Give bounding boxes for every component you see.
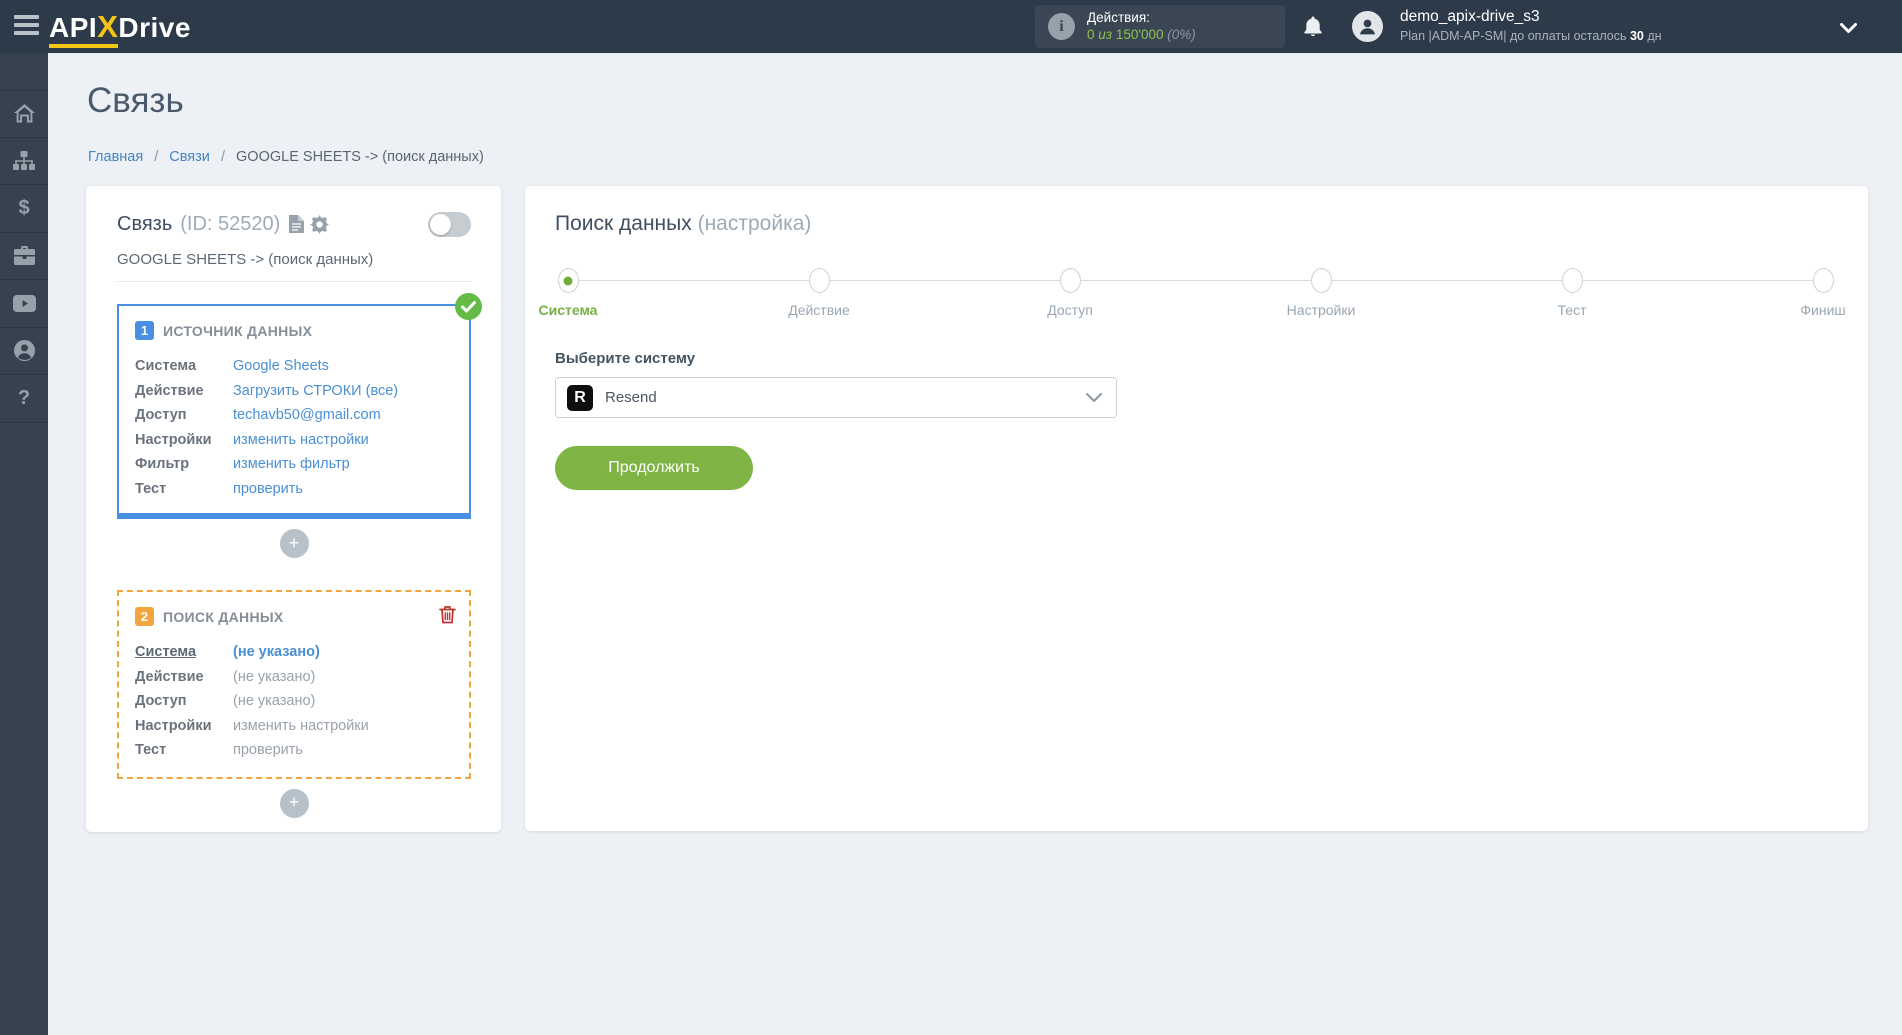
search-block-title: ПОИСК ДАННЫХ	[163, 608, 284, 625]
breadcrumb-current: GOOGLE SHEETS -> (поиск данных)	[236, 149, 484, 165]
info-icon: i	[1048, 13, 1075, 40]
add-step-button[interactable]: +	[279, 529, 309, 558]
continue-button[interactable]: Продолжить	[555, 446, 753, 490]
breadcrumb-home[interactable]: Главная	[88, 149, 143, 165]
briefcase-icon	[13, 246, 35, 266]
search-row-settings: Настройки изменить настройки	[135, 717, 369, 734]
source-test-link[interactable]: проверить	[233, 481, 303, 497]
add-step-button[interactable]: +	[279, 788, 309, 818]
step-circle	[1812, 268, 1834, 293]
sidebar-item-services[interactable]	[0, 233, 48, 280]
sitemap-icon	[13, 150, 35, 170]
user-menu[interactable]: demo_apix-drive_s3 Plan |ADM-AP-SM| до о…	[1400, 8, 1662, 43]
link-subtitle: GOOGLE SHEETS -> (поиск данных)	[117, 251, 471, 282]
video-icon	[12, 294, 36, 312]
search-system-link[interactable]: (не указано)	[233, 644, 320, 660]
source-row-test: Тест проверить	[135, 480, 303, 497]
step-circle	[808, 268, 830, 293]
search-row-system: Система (не указано)	[135, 640, 453, 665]
app-logo[interactable]: APIXDrive	[49, 9, 191, 48]
setup-stepper: Система Действие Доступ Настройки Тест Ф…	[539, 268, 1846, 326]
stepper-line	[568, 280, 1823, 281]
breadcrumb: Главная / Связи / GOOGLE SHEETS -> (поис…	[88, 149, 484, 165]
breadcrumb-links[interactable]: Связи	[169, 149, 210, 165]
step-action: Действие	[759, 268, 879, 318]
logo-x: X	[97, 9, 119, 44]
main-area: Связь Главная / Связи / GOOGLE SHEETS ->…	[48, 53, 1902, 1035]
user-name: demo_apix-drive_s3	[1400, 8, 1540, 25]
hamburger-menu-icon[interactable]	[14, 15, 40, 37]
system-select-value: Resend	[605, 389, 657, 406]
source-block-title: ИСТОЧНИК ДАННЫХ	[163, 322, 313, 339]
search-row-test: Тест проверить	[135, 742, 303, 758]
source-row-action: Действие Загрузить СТРОКИ (все)	[135, 382, 399, 399]
left-sidebar: $ ?	[0, 53, 48, 1035]
sidebar-item-video[interactable]	[0, 280, 48, 328]
sidebar-item-home[interactable]	[0, 90, 48, 138]
step-circle	[1561, 268, 1583, 293]
source-settings-link[interactable]: изменить настройки	[233, 432, 369, 448]
source-system-link[interactable]: Google Sheets	[233, 358, 329, 374]
trash-icon[interactable]	[439, 605, 456, 629]
search-row-action: Действие (не указано)	[135, 668, 316, 685]
actions-counter-widget[interactable]: i Действия: 0 из 150'000 (0%)	[1035, 5, 1285, 48]
user-avatar[interactable]	[1352, 11, 1383, 42]
link-card-title: Связь	[117, 212, 173, 235]
logo-api: API	[49, 12, 98, 43]
link-id: (ID: 52520)	[180, 212, 281, 235]
dollar-icon: $	[18, 196, 30, 219]
source-data-block: 1 ИСТОЧНИК ДАННЫХ Система Google Sheets Д…	[117, 293, 482, 519]
page-title: Связь	[87, 81, 184, 120]
notifications-bell-icon[interactable]	[1302, 15, 1324, 43]
help-icon: ?	[17, 386, 31, 409]
source-row-access: Доступ techavb50@gmail.com	[135, 407, 381, 423]
logo-drive: Drive	[118, 12, 191, 43]
setup-panel: Поиск данных (настройка) Система Действи…	[525, 186, 1868, 831]
gear-icon[interactable]	[310, 214, 330, 234]
step-number-badge: 2	[135, 607, 154, 626]
user-plan: Plan |ADM-AP-SM| до оплаты осталось 30 д…	[1400, 29, 1662, 43]
sidebar-item-billing[interactable]: $	[0, 185, 48, 233]
source-access-link[interactable]: techavb50@gmail.com	[233, 407, 381, 423]
step-circle	[1310, 268, 1332, 293]
source-row-filter: Фильтр изменить фильтр	[135, 456, 350, 472]
link-enable-toggle[interactable]	[428, 212, 471, 237]
source-row-settings: Настройки изменить настройки	[135, 431, 369, 448]
select-system-label: Выберите систему	[555, 350, 696, 367]
search-system-label-link[interactable]: Система	[135, 640, 233, 665]
setup-title: Поиск данных (настройка)	[555, 212, 812, 235]
top-header: APIXDrive i Действия: 0 из 150'000 (0%) …	[0, 0, 1902, 53]
step-system: Система	[508, 268, 628, 318]
user-icon	[13, 340, 35, 362]
sidebar-item-help[interactable]: ?	[0, 375, 48, 423]
actions-value: 0 из 150'000 (0%)	[1087, 26, 1196, 42]
sidebar-item-profile[interactable]	[0, 328, 48, 375]
check-icon	[455, 293, 482, 320]
source-action-link[interactable]: Загрузить СТРОКИ (все)	[233, 383, 398, 399]
source-filter-link[interactable]: изменить фильтр	[233, 456, 350, 472]
resend-logo-icon: R	[567, 384, 593, 411]
home-icon	[13, 104, 35, 123]
step-access: Доступ	[1010, 268, 1130, 318]
step-finish: Финиш	[1763, 268, 1883, 318]
step-test: Тест	[1512, 268, 1632, 318]
source-row-system: Система Google Sheets	[135, 358, 329, 374]
link-summary-card: Связь (ID: 52520) GOOGLE SHEETS -> (поис…	[86, 186, 501, 832]
search-data-block: 2 ПОИСК ДАННЫХ Система (не указано) Дейст…	[117, 590, 471, 779]
sidebar-item-connections[interactable]	[0, 138, 48, 185]
chevron-down-icon	[1086, 392, 1102, 402]
document-icon[interactable]	[289, 215, 305, 233]
system-select[interactable]: R Resend	[555, 377, 1117, 418]
step-circle-active	[557, 268, 579, 293]
step-circle	[1059, 268, 1081, 293]
actions-label: Действия:	[1087, 9, 1150, 25]
search-row-access: Доступ (не указано)	[135, 693, 316, 709]
step-number-badge: 1	[135, 321, 154, 340]
step-settings: Настройки	[1261, 268, 1381, 318]
chevron-down-icon[interactable]	[1840, 21, 1857, 39]
